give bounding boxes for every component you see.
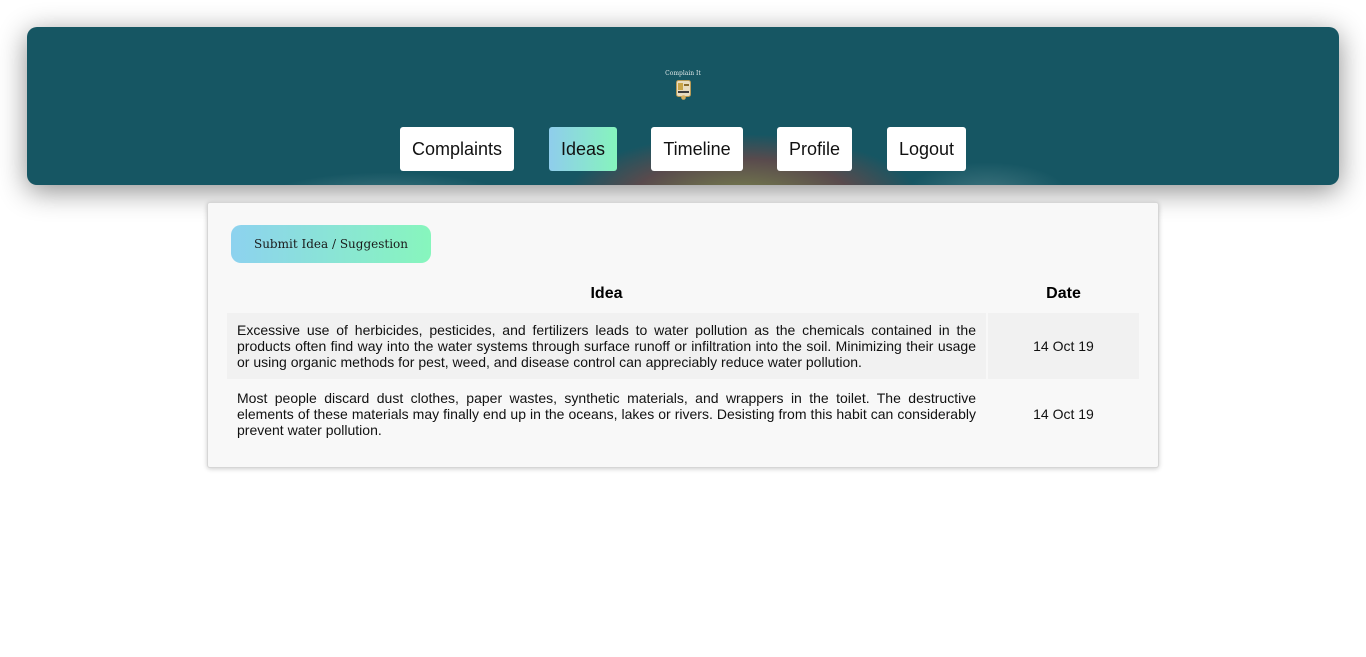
date-cell: 14 Oct 19 (988, 381, 1139, 447)
date-cell: 14 Oct 19 (988, 313, 1139, 379)
header-bar: Complain It Complaints Ideas Timeline Pr… (27, 27, 1339, 185)
table-header-row: Idea Date (227, 277, 1139, 311)
table-row: Excessive use of herbicides, pesticides,… (227, 313, 1139, 379)
submit-idea-button[interactable]: Submit Idea / Suggestion (231, 225, 431, 263)
column-header-date: Date (1046, 285, 1081, 302)
logo-icon (675, 80, 691, 100)
nav-ideas[interactable]: Ideas (549, 127, 617, 171)
nav-profile[interactable]: Profile (777, 127, 852, 171)
ideas-card: Submit Idea / Suggestion Idea Date Exces… (207, 202, 1159, 468)
nav-logout[interactable]: Logout (887, 127, 966, 171)
logo-text: Complain It (665, 70, 701, 77)
idea-cell: Excessive use of herbicides, pesticides,… (227, 313, 986, 379)
table-row: Most people discard dust clothes, paper … (227, 381, 1139, 447)
column-header-idea: Idea (590, 285, 623, 302)
ideas-table: Idea Date Excessive use of herbicides, p… (225, 275, 1141, 449)
main-nav: Complaints Ideas Timeline Profile Logout (27, 127, 1339, 171)
header-background-art-left (257, 172, 517, 185)
idea-cell: Most people discard dust clothes, paper … (227, 381, 986, 447)
nav-timeline[interactable]: Timeline (651, 127, 743, 171)
app-logo[interactable]: Complain It (657, 70, 709, 100)
nav-complaints[interactable]: Complaints (400, 127, 514, 171)
